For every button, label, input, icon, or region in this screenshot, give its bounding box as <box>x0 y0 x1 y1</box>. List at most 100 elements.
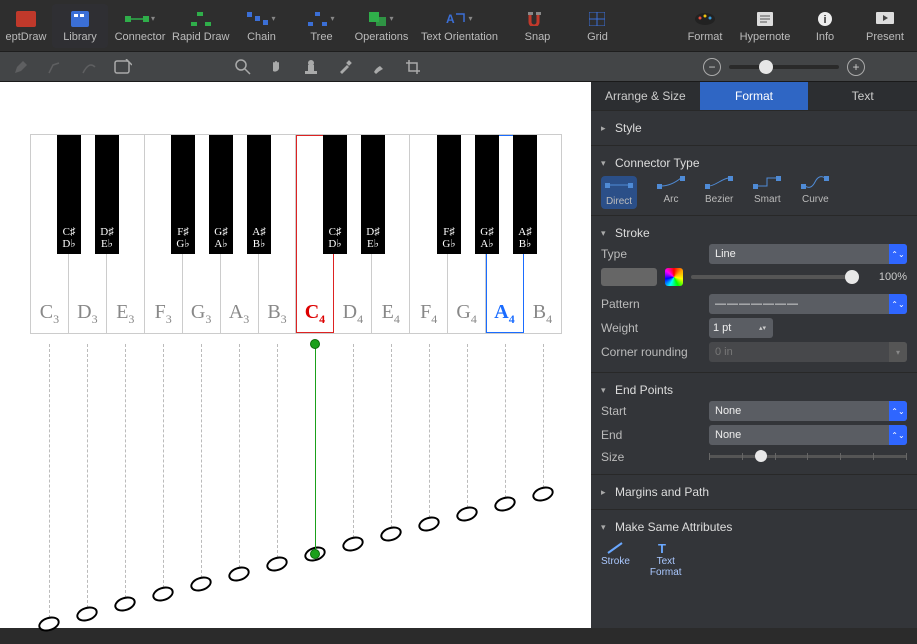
connector-direct[interactable]: Direct <box>601 176 637 209</box>
section-endpoints[interactable]: ▾End Points <box>601 383 907 397</box>
connector-curve[interactable]: Curve <box>801 176 829 209</box>
white-key-F3: F3 <box>145 135 183 333</box>
toolbar-chain[interactable]: ▾ Chain <box>233 4 289 48</box>
format-icon <box>694 9 716 29</box>
same-stroke[interactable]: Stroke <box>601 540 630 578</box>
white-key-D3: D3 <box>69 135 107 333</box>
zoom-in-button[interactable]: + <box>847 58 865 76</box>
start-select[interactable]: None⌃⌄ <box>709 401 907 421</box>
white-key-D4: D4 <box>334 135 372 333</box>
rapid-draw-icon <box>191 9 211 29</box>
stroke-weight-label: Weight <box>601 321 701 335</box>
leader-line <box>201 344 202 578</box>
note-head <box>150 584 175 604</box>
leader-line <box>277 344 278 558</box>
pen-tool-icon[interactable] <box>12 58 30 76</box>
connector-smart[interactable]: Smart <box>753 176 781 209</box>
hand-icon[interactable] <box>268 58 286 76</box>
leader-line <box>239 344 240 568</box>
section-connector-type[interactable]: ▾Connector Type <box>601 156 907 170</box>
format-panel: Arrange & Size Format Text ▸Style ▾Conne… <box>591 82 917 628</box>
tab-arrange[interactable]: Arrange & Size <box>591 82 700 110</box>
zoom-out-button[interactable]: − <box>703 58 721 76</box>
toolbar-rapid-draw[interactable]: Rapid Draw <box>172 4 229 48</box>
section-stroke[interactable]: ▾Stroke <box>601 226 907 240</box>
toolbar-grid[interactable]: Grid <box>569 4 625 48</box>
panel-tabs: Arrange & Size Format Text <box>591 82 917 110</box>
toolbar-tree[interactable]: ▾ Tree <box>293 4 349 48</box>
leader-line <box>429 344 430 518</box>
tab-format[interactable]: Format <box>700 82 809 110</box>
stroke-color-chip[interactable] <box>665 268 683 286</box>
selected-connector[interactable] <box>315 344 316 554</box>
tab-text[interactable]: Text <box>808 82 917 110</box>
connector-handle-start[interactable] <box>310 339 320 349</box>
same-text-format[interactable]: TText Format <box>650 540 682 578</box>
edit-path-icon[interactable] <box>46 58 64 76</box>
crop-shape-icon[interactable] <box>114 58 132 76</box>
toolbar-connector[interactable]: ▾ Connector <box>112 4 168 48</box>
leader-line <box>125 344 126 598</box>
end-select[interactable]: None⌃⌄ <box>709 425 907 445</box>
note-head <box>112 594 137 614</box>
tree-icon: ▾ <box>308 9 334 29</box>
white-key-A4: A4 <box>486 135 524 333</box>
canvas[interactable]: C3D3E3F3G3A3B3C4D4E4F4G4A4B4 C♯D♭D♯E♭F♯G… <box>0 82 591 628</box>
toolbar-hypernote[interactable]: Hypernote <box>737 4 793 48</box>
zoom-control: − + <box>703 58 865 76</box>
section-margins[interactable]: ▸Margins and Path <box>601 485 907 499</box>
toolbar-snap[interactable]: Snap <box>509 4 565 48</box>
operations-icon: ▾ <box>369 9 393 29</box>
leader-line <box>353 344 354 538</box>
section-same-attrs[interactable]: ▾Make Same Attributes <box>601 520 907 534</box>
stroke-opacity-value: 100% <box>867 271 907 283</box>
toolbar-conceptdraw[interactable]: eptDraw <box>4 4 48 48</box>
leader-line <box>467 344 468 508</box>
stroke-pattern-select[interactable]: ———————⌃⌄ <box>709 294 907 314</box>
connector-arc[interactable]: Arc <box>657 176 685 209</box>
app-icon <box>16 9 36 29</box>
stroke-type-label: Type <box>601 247 701 261</box>
toolbar-info[interactable]: i Info <box>797 4 853 48</box>
eyedropper-icon[interactable] <box>336 58 354 76</box>
note-head <box>226 564 251 584</box>
connector-icon: ▾ <box>125 9 155 29</box>
main-toolbar: eptDraw Library ▾ Connector Rapid Draw ▾… <box>0 0 917 52</box>
endpoint-size-slider[interactable] <box>709 455 907 458</box>
curve-tool-icon[interactable] <box>80 58 98 76</box>
workspace: C3D3E3F3G3A3B3C4D4E4F4G4A4B4 C♯D♭D♯E♭F♯G… <box>0 82 591 628</box>
chain-icon: ▾ <box>247 9 275 29</box>
leader-line <box>163 344 164 588</box>
stamp-icon[interactable] <box>302 58 320 76</box>
grid-icon <box>589 9 605 29</box>
crop-icon[interactable] <box>404 58 422 76</box>
toolbar-format[interactable]: Format <box>677 4 733 48</box>
toolbar-operations[interactable]: ▾ Operations <box>353 4 409 48</box>
toolbar-text-orientation[interactable]: A▾ Text Orientation <box>413 4 505 48</box>
note-head <box>74 604 99 624</box>
white-key-C3: C3 <box>31 135 69 333</box>
stroke-opacity-slider[interactable] <box>691 275 859 279</box>
note-head <box>416 514 441 534</box>
search-icon[interactable] <box>234 58 252 76</box>
stroke-type-select[interactable]: Line⌃⌄ <box>709 244 907 264</box>
toolbar-present[interactable]: Present <box>857 4 913 48</box>
zoom-slider[interactable] <box>729 65 839 69</box>
stroke-weight-stepper[interactable]: 1 pt▴▾ <box>709 318 773 338</box>
stroke-swatch[interactable] <box>601 268 657 286</box>
section-style[interactable]: ▸Style <box>601 121 907 135</box>
piano-keyboard: C3D3E3F3G3A3B3C4D4E4F4G4A4B4 C♯D♭D♯E♭F♯G… <box>30 134 562 334</box>
white-key-E4: E4 <box>372 135 410 333</box>
corner-label: Corner rounding <box>601 345 701 359</box>
end-label: End <box>601 428 701 442</box>
connector-handle-end[interactable] <box>310 549 320 559</box>
note-head <box>340 534 365 554</box>
white-key-B4: B4 <box>524 135 561 333</box>
note-head <box>530 484 555 504</box>
toolbar-library[interactable]: Library <box>52 4 108 48</box>
leader-line <box>505 344 506 498</box>
svg-text:T: T <box>658 541 666 556</box>
svg-text:i: i <box>823 14 826 26</box>
brush-icon[interactable] <box>370 58 388 76</box>
connector-bezier[interactable]: Bezier <box>705 176 733 209</box>
